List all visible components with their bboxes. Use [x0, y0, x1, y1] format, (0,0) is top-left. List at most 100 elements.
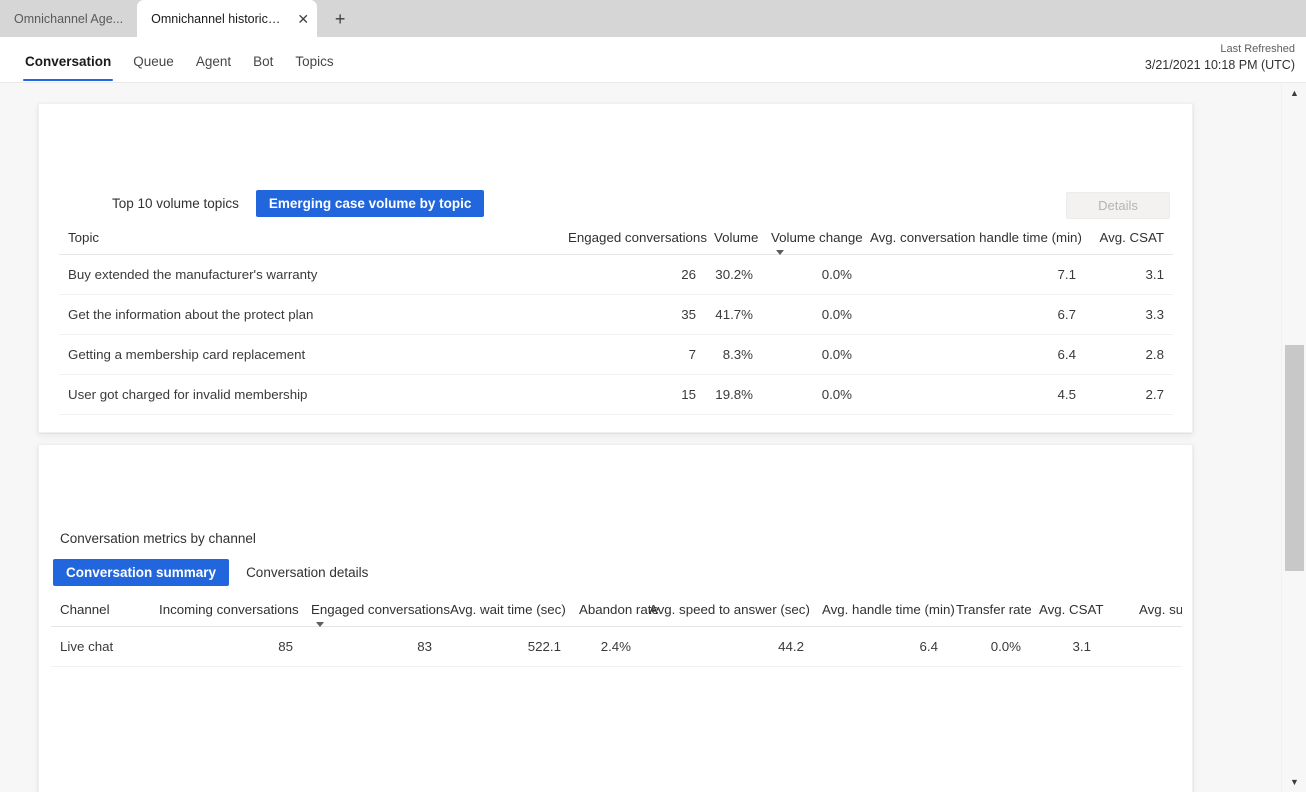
cell-topic: Get the information about the protect pl… — [59, 294, 559, 335]
cell-avg-handle-time: 6.7 — [861, 294, 1085, 335]
cell-volume: 8.3% — [705, 334, 762, 375]
cell-engaged-conversations: 7 — [559, 334, 705, 375]
app-header: Conversation Queue Agent Bot Topics Last… — [0, 37, 1306, 83]
cell-incoming-conversations: 85 — [150, 626, 302, 667]
tab-agent[interactable]: Agent — [185, 39, 242, 83]
channel-table-header-row: Channel Incoming conversations Engaged c… — [51, 602, 1182, 627]
channel-tab-list: Conversation summary Conversation detail… — [53, 559, 381, 586]
tab-topics[interactable]: Topics — [284, 39, 344, 83]
cell-volume-change: 0.0% — [762, 374, 861, 415]
nav-tab-list: Conversation Queue Agent Bot Topics — [0, 37, 345, 83]
column-header-avg-speed-to-answer[interactable]: Avg. speed to answer (sec) — [640, 602, 813, 627]
column-header-incoming-conversations[interactable]: Incoming conversations — [150, 602, 302, 627]
column-header-channel[interactable]: Channel — [51, 602, 150, 627]
column-header-label: Avg. survey se — [1139, 602, 1182, 617]
scroll-down-icon[interactable]: ▼ — [1282, 772, 1306, 792]
pill-label: Conversation summary — [66, 565, 217, 580]
cell-engaged-conversations: 26 — [559, 254, 705, 295]
table-row[interactable]: Get the information about the protect pl… — [59, 294, 1173, 335]
cell-avg-handle-time: 4.5 — [861, 374, 1085, 415]
cell-engaged-conversations: 35 — [559, 294, 705, 335]
last-refreshed-block: Last Refreshed 3/21/2021 10:18 PM (UTC) — [1145, 42, 1295, 74]
card-title: Conversation metrics by channel — [60, 531, 256, 546]
browser-tab-strip: Omnichannel Age... Omnichannel historica… — [0, 0, 1306, 37]
column-header-volume-change[interactable]: Volume change — [762, 230, 863, 255]
tab-conversation-summary[interactable]: Conversation summary — [53, 559, 230, 586]
topics-table: Topic Engaged conversations Volume Volum… — [59, 230, 1173, 415]
column-header-label: Avg. handle time (min) — [822, 602, 955, 617]
cell-volume: 19.8% — [705, 374, 762, 415]
cell-topic: Getting a membership card replacement — [59, 334, 559, 375]
cell-topic: Buy extended the manufacturer's warranty — [59, 254, 559, 295]
column-header-avg-conversation-handle-time[interactable]: Avg. conversation handle time (min) — [861, 230, 1085, 255]
column-header-avg-wait-time[interactable]: Avg. wait time (sec) — [441, 602, 570, 627]
nav-tab-label: Queue — [133, 53, 174, 69]
column-header-transfer-rate[interactable]: Transfer rate — [947, 602, 1032, 627]
cell-abandon-rate: 2.4% — [570, 626, 640, 667]
column-header-topic[interactable]: Topic — [59, 230, 559, 255]
topics-tab-list: Top 10 volume topics Emerging case volum… — [99, 190, 485, 217]
column-header-label: Engaged conversations — [311, 602, 450, 617]
tab-conversation-details[interactable]: Conversation details — [233, 559, 381, 586]
column-header-engaged-conversations[interactable]: Engaged conversations — [302, 602, 450, 627]
last-refreshed-value: 3/21/2021 10:18 PM (UTC) — [1144, 57, 1295, 72]
table-row[interactable]: Buy extended the manufacturer's warranty… — [59, 254, 1173, 295]
topics-table-header-row: Topic Engaged conversations Volume Volum… — [59, 230, 1173, 255]
details-button[interactable]: Details — [1066, 192, 1170, 219]
tab-emerging-case-volume[interactable]: Emerging case volume by topic — [255, 190, 485, 217]
cell-avg-csat: 2.7 — [1085, 374, 1173, 415]
vertical-scroll-thumb[interactable] — [1285, 345, 1304, 571]
cell-volume: 41.7% — [705, 294, 762, 335]
cell-avg-csat: 3.1 — [1085, 254, 1173, 295]
scroll-up-icon[interactable]: ▲ — [1282, 83, 1306, 103]
table-row[interactable]: Getting a membership card replacement 7 … — [59, 334, 1173, 375]
cell-transfer-rate: 0.0% — [947, 626, 1030, 667]
table-row[interactable]: Live chat 85 83 522.1 2.4% 44.2 6.4 0.0%… — [51, 626, 1182, 667]
nav-tab-label: Agent — [195, 53, 232, 69]
browser-tab-active[interactable]: Omnichannel historical an... ✕ — [137, 0, 318, 37]
cell-engaged-conversations: 15 — [559, 374, 705, 415]
column-header-label: Topic — [68, 230, 100, 245]
column-header-label: Channel — [60, 602, 110, 617]
channel-table-body: Live chat 85 83 522.1 2.4% 44.2 6.4 0.0%… — [51, 626, 1182, 667]
cell-avg-csat: 3.1 — [1030, 626, 1100, 667]
column-header-avg-csat[interactable]: Avg. CSAT — [1085, 230, 1173, 255]
nav-tab-label: Bot — [253, 53, 274, 69]
table-row[interactable]: User got charged for invalid membership … — [59, 374, 1173, 415]
browser-tab-inactive[interactable]: Omnichannel Age... — [0, 0, 137, 37]
cell-volume-change: 0.0% — [762, 334, 861, 375]
cell-topic: User got charged for invalid membership — [59, 374, 559, 415]
channel-table-wrap: Channel Incoming conversations Engaged c… — [51, 602, 1182, 692]
cell-channel: Live chat — [51, 626, 150, 667]
column-header-avg-csat[interactable]: Avg. CSAT — [1030, 602, 1104, 627]
column-header-label: Avg. CSAT — [1099, 230, 1164, 245]
column-header-label: Avg. wait time (sec) — [450, 602, 566, 617]
column-header-volume[interactable]: Volume — [705, 230, 762, 255]
column-header-avg-survey-score[interactable]: Avg. survey se — [1100, 602, 1182, 627]
column-header-abandon-rate[interactable]: Abandon rate — [570, 602, 659, 627]
tab-top-10-volume-topics[interactable]: Top 10 volume topics — [99, 190, 252, 217]
column-header-label: Avg. CSAT — [1039, 602, 1104, 617]
cell-avg-handle-time: 6.4 — [861, 334, 1085, 375]
column-header-label: Avg. conversation handle time (min) — [870, 230, 1082, 245]
cell-avg-wait-time: 522.1 — [441, 626, 570, 667]
report-canvas: Top 10 volume topics Emerging case volum… — [0, 83, 1306, 792]
cell-volume-change: 0.0% — [762, 294, 861, 335]
column-header-engaged-conversations[interactable]: Engaged conversations — [559, 230, 707, 255]
cell-avg-survey-score — [1100, 626, 1182, 667]
nav-tab-label: Topics — [295, 53, 334, 69]
close-icon[interactable]: ✕ — [295, 10, 311, 28]
topics-table-body: Buy extended the manufacturer's warranty… — [59, 254, 1173, 415]
topics-table-wrap: Topic Engaged conversations Volume Volum… — [59, 230, 1173, 415]
tab-conversation[interactable]: Conversation — [14, 39, 122, 83]
vertical-scrollbar[interactable]: ▲ ▼ — [1281, 83, 1306, 792]
cell-avg-handle-time: 7.1 — [861, 254, 1085, 295]
new-tab-icon[interactable]: + — [325, 4, 355, 34]
tab-queue[interactable]: Queue — [122, 39, 185, 83]
sort-descending-icon — [316, 622, 324, 627]
tab-bot[interactable]: Bot — [242, 39, 284, 83]
column-header-avg-handle-time[interactable]: Avg. handle time (min) — [813, 602, 955, 627]
column-header-label: Volume change — [771, 230, 863, 245]
pill-label: Emerging case volume by topic — [268, 196, 472, 211]
pill-label: Conversation details — [246, 565, 369, 580]
